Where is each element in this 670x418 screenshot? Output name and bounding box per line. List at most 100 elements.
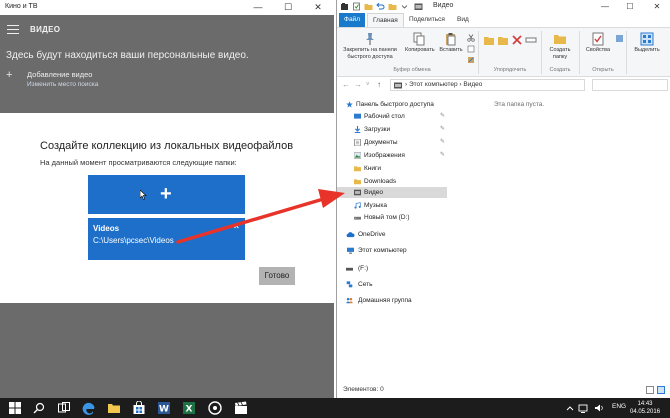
add-folder-button[interactable]: + xyxy=(88,175,245,214)
large-icons-view-icon[interactable] xyxy=(657,386,665,394)
properties-quick-icon[interactable] xyxy=(352,2,361,11)
input-language[interactable]: ENG xyxy=(612,403,626,410)
tab-share[interactable]: Поделиться xyxy=(404,13,450,27)
open-button[interactable] xyxy=(614,34,624,44)
nav-item-documents[interactable]: Документы ✎ xyxy=(337,137,447,148)
explorer-maximize-button[interactable]: ☐ xyxy=(620,0,640,13)
downloads-icon xyxy=(354,126,361,133)
address-field[interactable]: › Этот компьютер › Видео xyxy=(390,79,585,91)
excel-icon[interactable]: X xyxy=(182,401,196,415)
app-titlebar: Кино и ТВ — ☐ ✕ xyxy=(0,0,334,15)
hamburger-menu-icon[interactable] xyxy=(7,25,19,34)
tab-file[interactable]: Файл xyxy=(339,13,365,27)
explorer-minimize-button[interactable]: — xyxy=(595,0,615,13)
customize-quick-access-icon[interactable] xyxy=(400,2,409,11)
store-icon[interactable] xyxy=(132,401,146,415)
empty-folder-message: Эта папка пуста. xyxy=(493,101,545,108)
address-segment-videos[interactable]: Видео xyxy=(463,81,482,88)
select-label: Выделить xyxy=(634,47,660,53)
word-icon[interactable]: W xyxy=(157,401,171,415)
nav-item-downloads[interactable]: Загрузки ✎ xyxy=(337,124,447,135)
drive-icon xyxy=(354,216,361,220)
search-field[interactable] xyxy=(592,79,668,91)
delete-x-icon xyxy=(512,35,522,45)
new-folder-quick-icon[interactable] xyxy=(364,2,373,11)
nav-item-drive-f[interactable]: (F:) xyxy=(337,263,447,274)
windows-start-icon[interactable] xyxy=(8,401,22,415)
explorer-window-title: Видео xyxy=(433,2,454,9)
nav-item-videos[interactable]: Видео xyxy=(337,187,447,198)
done-button[interactable]: Готово xyxy=(259,267,295,285)
remove-folder-icon[interactable]: × xyxy=(234,221,239,231)
back-arrow-icon[interactable]: ← xyxy=(342,80,350,89)
select-button[interactable]: Выделить xyxy=(630,32,664,54)
nav-item-books[interactable]: Книги xyxy=(337,163,447,174)
details-view-icon[interactable] xyxy=(646,386,654,394)
star-icon xyxy=(346,101,353,108)
rename-button[interactable] xyxy=(525,34,537,47)
undo-icon[interactable] xyxy=(376,2,385,11)
properties-button[interactable]: Свойства xyxy=(583,32,613,54)
video-collection-dialog: Создайте коллекцию из локальных видеофай… xyxy=(0,113,334,303)
cut-button[interactable] xyxy=(467,34,475,43)
network-icon xyxy=(346,281,353,288)
delete-button[interactable] xyxy=(511,34,523,47)
system-clock[interactable]: 14:43 04.05.2016 xyxy=(630,400,660,416)
dialog-subtitle: На данный момент просматриваются следующ… xyxy=(40,158,237,167)
svg-text:X: X xyxy=(186,405,193,415)
search-icon[interactable] xyxy=(32,401,46,415)
paste-shortcut-button[interactable] xyxy=(467,56,475,65)
nav-item-downloads-folder[interactable]: Downloads xyxy=(337,176,447,187)
address-segment-computer[interactable]: Этот компьютер xyxy=(409,81,458,88)
recent-locations-chevron-icon[interactable]: ˅ xyxy=(366,82,370,88)
nav-item-drive-d[interactable]: Новый том (D:) xyxy=(337,212,447,223)
paste-button[interactable]: Вставить xyxy=(437,32,465,54)
nav-label: Книги xyxy=(364,165,382,172)
change-search-location-link[interactable]: Изменить место поиска xyxy=(27,81,98,88)
forward-arrow-icon[interactable]: → xyxy=(354,80,362,89)
tab-home[interactable]: Главная xyxy=(367,13,404,27)
movies-tv-window: Кино и ТВ — ☐ ✕ ВИДЕО Здесь будут находи… xyxy=(0,0,334,398)
folder-tile-videos[interactable]: Videos C:\Users\pcsec\Videos × xyxy=(88,218,245,260)
nav-item-pictures[interactable]: Изображения ✎ xyxy=(337,150,447,161)
task-view-icon[interactable] xyxy=(57,401,71,415)
nav-item-homegroup[interactable]: Домашняя группа xyxy=(337,295,447,306)
ribbon-separator xyxy=(579,31,580,74)
explorer-titlebar: Видео — ☐ ✕ xyxy=(337,0,670,13)
close-button[interactable]: ✕ xyxy=(306,0,330,15)
paste-shortcut-icon xyxy=(468,57,474,63)
show-hidden-icons-chevron-icon[interactable] xyxy=(566,401,574,415)
explorer-close-button[interactable]: ✕ xyxy=(647,0,667,13)
nav-item-this-pc[interactable]: Этот компьютер xyxy=(337,245,447,256)
copy-path-button[interactable] xyxy=(467,45,475,54)
movies-tv-taskbar-icon[interactable] xyxy=(234,401,248,415)
pictures-icon xyxy=(354,152,361,159)
nav-item-quick-access[interactable]: Панель быстрого доступа xyxy=(337,99,447,110)
network-tray-icon[interactable] xyxy=(578,401,588,415)
nav-item-desktop[interactable]: Рабочий стол ✎ xyxy=(337,111,447,122)
move-to-button[interactable] xyxy=(483,34,495,47)
file-explorer-taskbar-icon[interactable] xyxy=(107,401,121,415)
intro-text: Здесь будут находиться ваши персональные… xyxy=(6,50,249,61)
tab-view[interactable]: Вид xyxy=(452,13,474,27)
nav-label: Загрузки xyxy=(364,126,391,133)
minimize-button[interactable]: — xyxy=(246,0,270,15)
edge-browser-icon[interactable] xyxy=(82,401,96,415)
rename-icon xyxy=(525,37,537,43)
up-arrow-icon[interactable]: ↑ xyxy=(377,80,381,89)
copy-to-button[interactable] xyxy=(497,34,509,47)
new-folder-button[interactable]: Создать папку xyxy=(545,32,575,60)
qa-folder-icon[interactable] xyxy=(388,2,397,11)
copy-button[interactable]: Копировать xyxy=(405,32,435,54)
nav-item-music[interactable]: Музыка xyxy=(337,200,447,211)
groove-music-icon[interactable] xyxy=(208,401,222,415)
file-list-area[interactable]: Эта папка пуста. xyxy=(449,95,670,380)
nav-item-network[interactable]: Сеть xyxy=(337,279,447,290)
nav-item-onedrive[interactable]: OneDrive xyxy=(337,229,447,240)
volume-icon[interactable] xyxy=(594,401,604,415)
open-group-label: Открыть xyxy=(592,67,614,73)
maximize-button[interactable]: ☐ xyxy=(276,0,300,15)
homegroup-icon xyxy=(346,297,353,304)
pin-quick-access-button[interactable]: Закрепить на панели быстрого доступа xyxy=(339,32,401,60)
create-group-label: Создать xyxy=(549,67,571,73)
